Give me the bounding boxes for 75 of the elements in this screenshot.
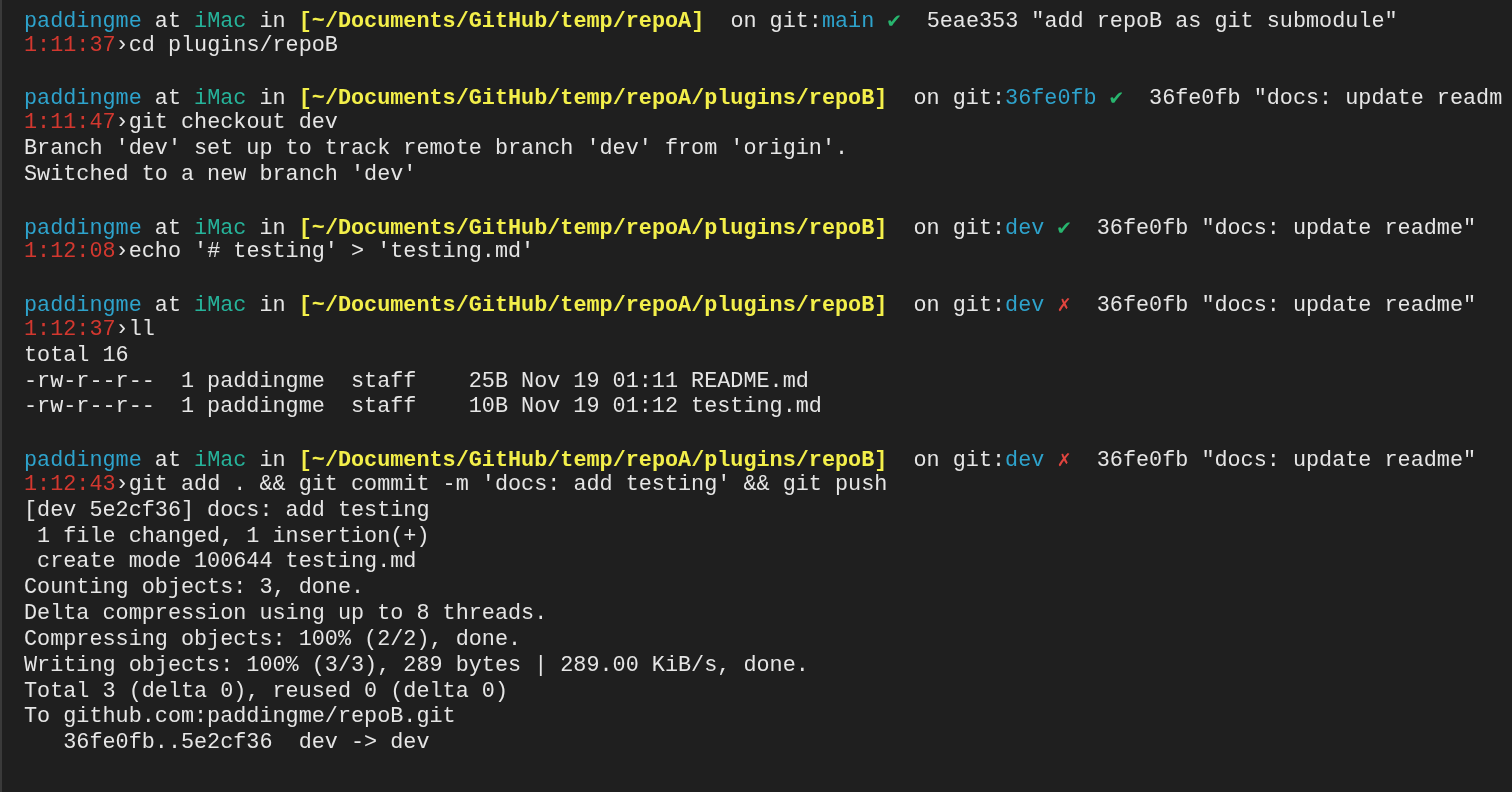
prompt-text: on git: (729, 9, 822, 34)
output-text: total 16 (24, 342, 129, 368)
prompt-arrow: › (115, 110, 129, 136)
user-name: paddingme (24, 86, 142, 112)
branch-name: main (821, 9, 875, 34)
check-mark: ✔ (886, 7, 901, 32)
commit-info: 36fe0fb "docs: update readm (1148, 86, 1503, 112)
output-text: Total 3 (delta 0), reused 0 (delta 0) (24, 678, 508, 704)
output-text: create mode 100644 testing.md (36, 549, 417, 575)
prompt-text: at (153, 9, 182, 34)
check-mark: ✔ (1056, 213, 1071, 239)
directory-path: [~/Documents/GitHub/temp/repoA/plugins/repoB] (298, 293, 888, 319)
prompt-arrow: › (115, 471, 129, 497)
directory-path: [~/Documents/GitHub/temp/repoA] (298, 9, 705, 34)
commit-info: 5eae353 "add repoB as git submodule" (925, 9, 1398, 34)
output-text: Switched to a new branch 'dev' (24, 161, 417, 187)
timestamp: 1:12:43 (24, 471, 116, 497)
output-text: -rw-r--r-- 1 paddingme staff 25B Nov 19 01:11 README.md (24, 368, 809, 394)
branch-name: dev (1005, 293, 1045, 319)
host-name: iMac (194, 293, 247, 319)
prompt-text: in (258, 293, 287, 319)
prompt-text: at (153, 86, 182, 112)
host-name: iMac (194, 86, 247, 112)
command-text: git checkout dev (128, 110, 338, 136)
output-text: -rw-r--r-- 1 paddingme staff 10B Nov 19 01:12 testing.md (24, 394, 822, 420)
user-name: paddingme (24, 448, 142, 474)
cross-mark: ✗ (1056, 446, 1071, 472)
user-name: paddingme (24, 9, 142, 34)
branch-name: dev (1005, 215, 1045, 241)
prompt-text: on git: (912, 448, 1006, 474)
host-name: iMac (194, 448, 247, 474)
output-text: Counting objects: 3, done. (24, 575, 365, 601)
directory-path: [~/Documents/GitHub/temp/repoA/plugins/repoB] (298, 86, 888, 112)
output-text: [dev 5e2cf36] docs: add testing (24, 497, 430, 523)
command-text: git add . && git commit -m 'docs: add testing' && git push (128, 471, 888, 497)
commit-info: 36fe0fb "docs: update readme" (1095, 215, 1477, 241)
prompt-text: in (258, 215, 287, 241)
timestamp: 1:11:37 (24, 32, 116, 58)
user-name: paddingme (24, 293, 142, 319)
prompt-text: on git: (912, 293, 1006, 319)
branch-name: dev (1005, 448, 1045, 474)
host-name: iMac (194, 215, 247, 241)
prompt-arrow: › (115, 316, 129, 342)
output-text: 36fe0fb..5e2cf36 dev -> dev (62, 730, 430, 756)
cross-mark: ✗ (1056, 291, 1071, 317)
user-name: paddingme (24, 215, 142, 241)
output-text: 1 file changed, 1 insertion(+) (36, 523, 430, 549)
timestamp: 1:12:08 (24, 239, 116, 265)
prompt-text: in (258, 9, 287, 34)
command-text: echo '# testing' > 'testing.md' (128, 239, 535, 265)
host-name: iMac (194, 9, 247, 34)
prompt-text: at (153, 448, 182, 474)
directory-path: [~/Documents/GitHub/temp/repoA/plugins/repoB] (298, 448, 888, 474)
directory-path: [~/Documents/GitHub/temp/repoA/plugins/repoB] (298, 215, 888, 241)
prompt-text: in (258, 86, 287, 112)
commit-info: 36fe0fb "docs: update readme" (1095, 293, 1477, 319)
prompt-text: on git: (912, 86, 1006, 112)
check-mark: ✔ (1108, 84, 1123, 110)
command-text: cd plugins/repoB (128, 32, 338, 58)
prompt-arrow: › (115, 239, 129, 265)
timestamp: 1:11:47 (24, 110, 116, 136)
output-text: Delta compression using up to 8 threads. (24, 601, 548, 627)
prompt-arrow: › (115, 32, 129, 58)
prompt-text: at (154, 293, 182, 319)
prompt-text: in (258, 448, 287, 474)
output-text: Compressing objects: 100% (2/2), done. (24, 626, 522, 652)
command-text: ll (128, 316, 155, 342)
output-text: Branch 'dev' set up to track remote branch 'dev' from 'origin'. (24, 136, 849, 162)
timestamp: 1:12:37 (24, 316, 116, 342)
prompt-text: on git: (912, 215, 1006, 241)
output-text: Writing objects: 100% (3/3), 289 bytes | 289.00 KiB/s, done. (24, 652, 809, 678)
branch-name: 36fe0fb (1005, 86, 1097, 112)
commit-info: 36fe0fb "docs: update readme" (1095, 448, 1477, 474)
prompt-text: at (153, 215, 182, 241)
output-text: To github.com:paddingme/repoB.git (24, 704, 456, 730)
